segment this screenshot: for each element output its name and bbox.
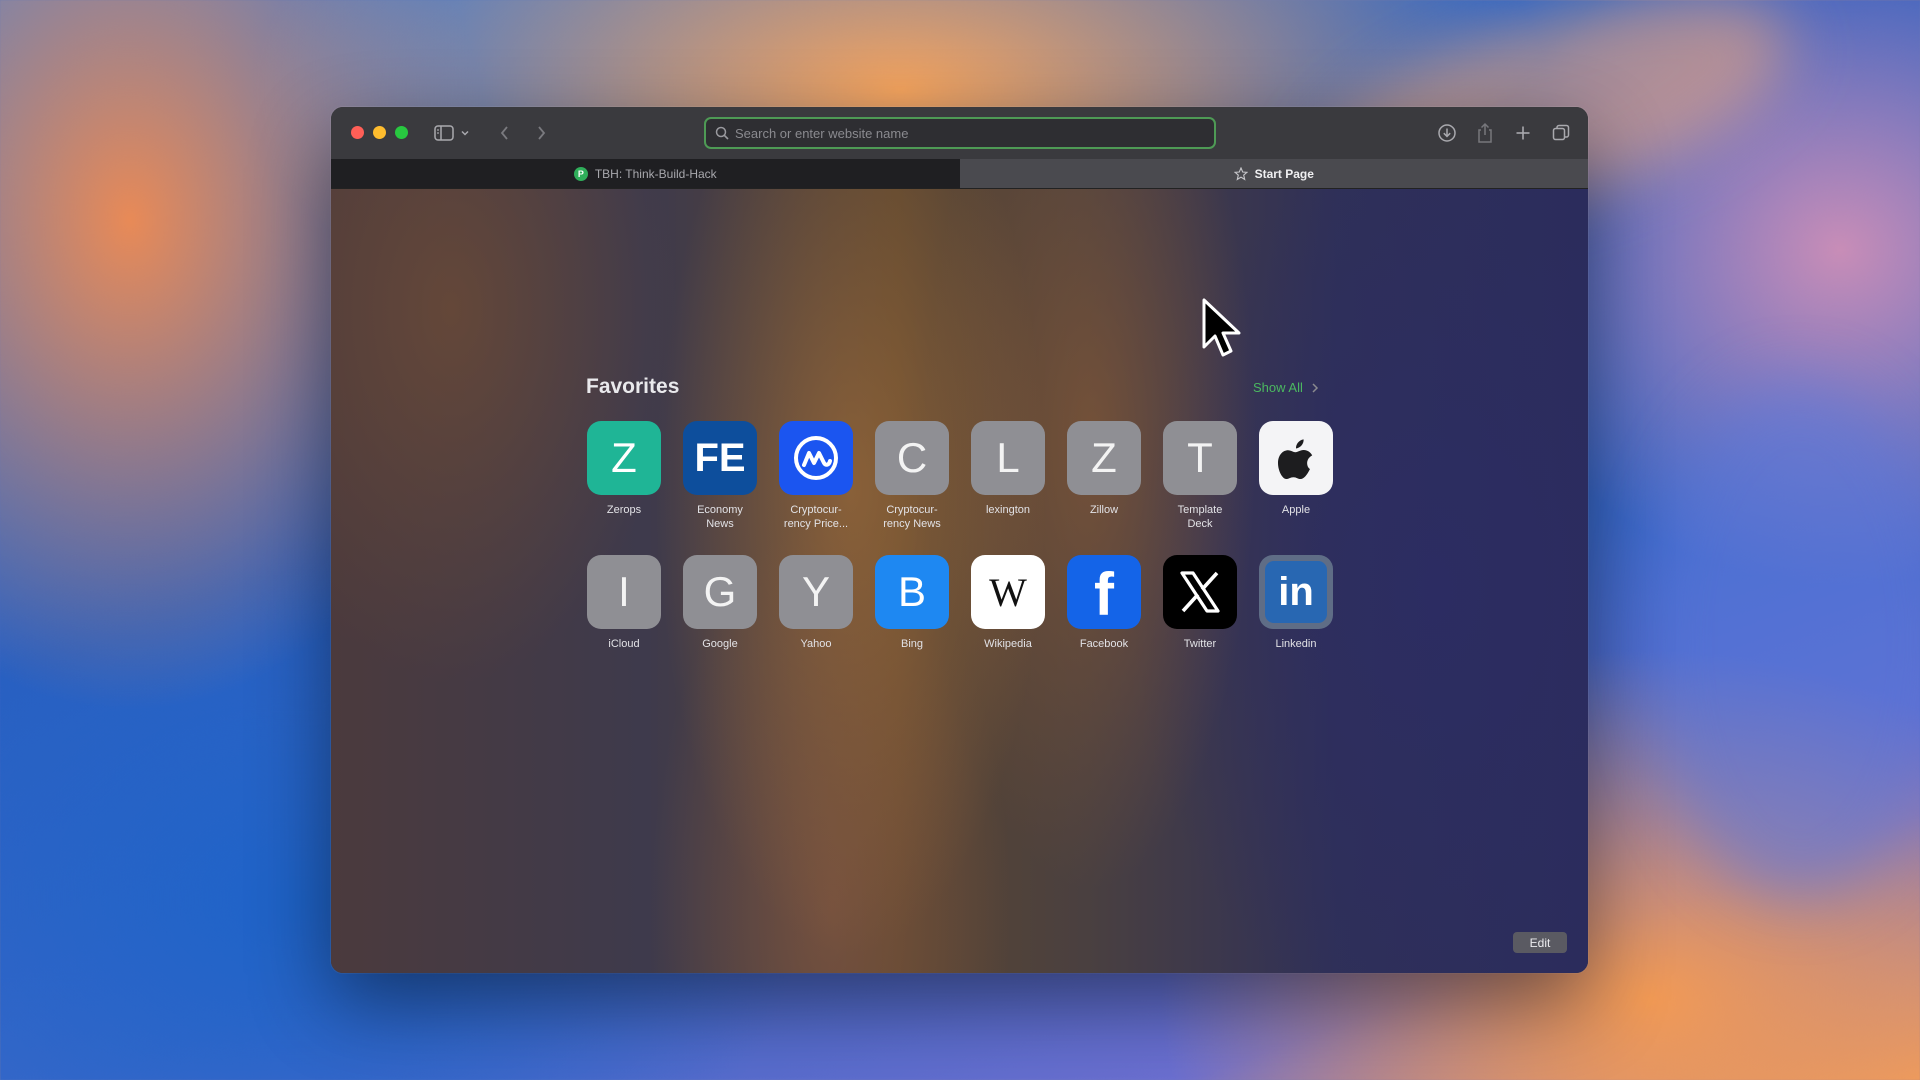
favorite-zillow[interactable]: Z Zillow: [1066, 421, 1142, 517]
browser-window: P TBH: Think-Build-Hack Start Page Favor…: [331, 107, 1588, 973]
favorite-label: Google: [702, 638, 738, 650]
favorite-google[interactable]: G Google: [682, 555, 758, 651]
favorite-label: Cryptocur- rency News: [883, 504, 941, 530]
minimize-window-button[interactable]: [373, 126, 386, 139]
zerops-icon: Z: [587, 421, 661, 495]
favorite-label: Cryptocur- rency Price...: [783, 504, 849, 530]
favorite-template-deck[interactable]: T Template Deck: [1162, 421, 1238, 531]
facebook-icon: f: [1067, 555, 1141, 629]
favorite-label: iCloud: [608, 638, 640, 650]
favorite-label: Economy News: [697, 504, 743, 530]
wikipedia-icon: W: [971, 555, 1045, 629]
icloud-icon: I: [587, 555, 661, 629]
downloads-button[interactable]: [1435, 121, 1459, 145]
favorite-bing[interactable]: B Bing: [874, 555, 950, 651]
linkedin-logo: in: [1265, 561, 1327, 623]
start-page: Favorites Show All Z Zerops FE Economy N…: [331, 189, 1588, 973]
google-icon: G: [683, 555, 757, 629]
chevron-right-icon: [1312, 382, 1318, 393]
favorite-wikipedia[interactable]: W Wikipedia: [970, 555, 1046, 651]
favorite-icloud[interactable]: I iCloud: [586, 555, 662, 651]
favorite-facebook[interactable]: f Facebook: [1066, 555, 1142, 651]
share-button[interactable]: [1473, 121, 1497, 145]
share-icon: [1478, 122, 1492, 143]
close-window-button[interactable]: [351, 126, 364, 139]
favorite-lexington[interactable]: L lexington: [970, 421, 1046, 517]
new-tab-button[interactable]: [1511, 121, 1535, 145]
template-deck-icon: T: [1163, 421, 1237, 495]
back-button[interactable]: [495, 121, 515, 145]
tab-tbh[interactable]: P TBH: Think-Build-Hack: [331, 159, 960, 188]
star-icon: [1233, 166, 1248, 181]
favorite-label: Template Deck: [1177, 504, 1223, 530]
favorite-apple[interactable]: Apple: [1258, 421, 1334, 517]
favorite-label: Bing: [900, 638, 924, 650]
favorite-economy-news[interactable]: FE Economy News: [682, 421, 758, 531]
address-input[interactable]: [729, 119, 1214, 147]
coinmarketcap-icon: [779, 421, 853, 495]
download-icon: [1438, 124, 1456, 142]
apple-logo-icon: [1259, 421, 1333, 495]
favorite-label: Wikipedia: [984, 638, 1032, 650]
chevron-left-icon: [500, 126, 508, 140]
tabs-overview-icon: [1552, 124, 1570, 141]
tab-overview-button[interactable]: [1549, 121, 1573, 145]
cryptocurrency-news-icon: C: [875, 421, 949, 495]
window-controls: [351, 126, 408, 139]
show-all-label: Show All: [1253, 380, 1303, 395]
favorite-label: Yahoo: [800, 638, 832, 650]
zoom-window-button[interactable]: [395, 126, 408, 139]
favorite-label: Linkedin: [1275, 638, 1317, 650]
sidebar-toggle-button[interactable]: [430, 121, 474, 145]
favorite-yahoo[interactable]: Y Yahoo: [778, 555, 854, 651]
toolbar: [331, 107, 1588, 159]
favorite-cryptocurrency-prices[interactable]: Cryptocur- rency Price...: [778, 421, 854, 531]
wallpaper-streak: [1650, 380, 1920, 900]
bing-icon: B: [875, 555, 949, 629]
favorite-label: lexington: [985, 504, 1031, 516]
sidebar-icon: [434, 125, 454, 141]
mouse-pointer-icon: [1202, 298, 1241, 357]
favorite-zerops[interactable]: Z Zerops: [586, 421, 662, 517]
forward-button[interactable]: [531, 121, 551, 145]
tab-label: Start Page: [1254, 166, 1314, 181]
favorite-label: Twitter: [1183, 638, 1217, 650]
favorite-linkedin[interactable]: in Linkedin: [1258, 555, 1334, 651]
favorite-label: Zillow: [1089, 504, 1119, 516]
search-icon: [715, 126, 729, 140]
favorite-label: Apple: [1281, 504, 1311, 516]
tab-bar: P TBH: Think-Build-Hack Start Page: [331, 159, 1588, 189]
show-all-link[interactable]: Show All: [1253, 380, 1319, 395]
address-bar[interactable]: [704, 117, 1216, 149]
favorite-cryptocurrency-news[interactable]: C Cryptocur- rency News: [874, 421, 950, 531]
chevron-down-icon: [461, 130, 469, 136]
plus-icon: [1516, 126, 1530, 140]
linkedin-icon: in: [1259, 555, 1333, 629]
x-logo-icon: [1163, 555, 1237, 629]
tab-start-page[interactable]: Start Page: [959, 159, 1588, 188]
favorite-twitter[interactable]: Twitter: [1162, 555, 1238, 651]
favorites-heading: Favorites: [586, 375, 680, 398]
favorite-label: Zerops: [606, 504, 642, 516]
zillow-icon: Z: [1067, 421, 1141, 495]
favorite-label: Facebook: [1079, 638, 1129, 650]
yahoo-icon: Y: [779, 555, 853, 629]
tab-favicon: P: [573, 166, 588, 181]
chevron-right-icon: [538, 126, 546, 140]
economy-news-icon: FE: [683, 421, 757, 495]
edit-button[interactable]: Edit: [1513, 932, 1567, 953]
tab-label: TBH: Think-Build-Hack: [594, 166, 717, 181]
lexington-icon: L: [971, 421, 1045, 495]
